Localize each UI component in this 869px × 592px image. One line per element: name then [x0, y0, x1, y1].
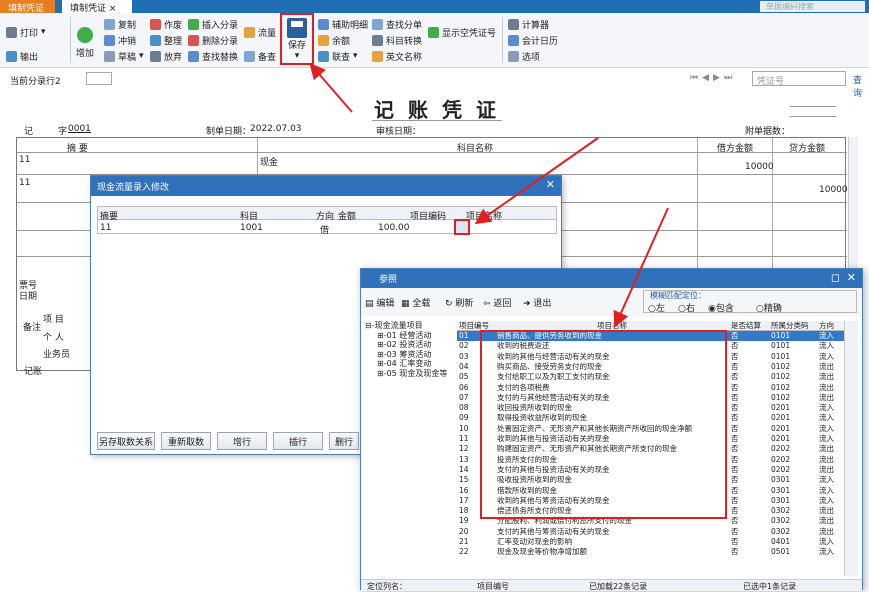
- arrow-to-list: [613, 207, 669, 328]
- annotation-arrows: [309, 62, 669, 328]
- arrow-to-reference: [474, 137, 599, 225]
- arrow-to-save: [309, 62, 353, 113]
